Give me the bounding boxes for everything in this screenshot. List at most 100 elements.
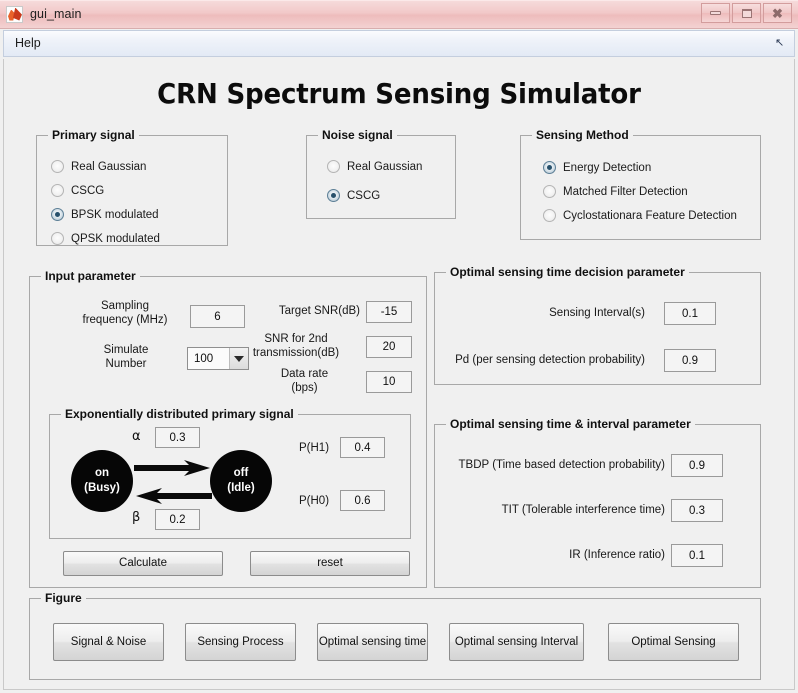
- label-p-h1: P(H1): [299, 442, 330, 454]
- panel-input-parameter: Input parameter Sampling frequency (MHz)…: [29, 269, 427, 588]
- radio-label: CSCG: [71, 184, 105, 197]
- radio-label: BPSK modulated: [71, 208, 159, 221]
- panel-noise-signal: Noise signal Real Gaussian CSCG: [306, 128, 456, 219]
- maximize-button[interactable]: [732, 3, 761, 23]
- radio-icon: [51, 160, 64, 173]
- panel-title-primary-signal: Primary signal: [48, 128, 139, 142]
- radio-icon: [543, 185, 556, 198]
- input-p-h0[interactable]: 0.6: [340, 490, 385, 511]
- panel-title-input-parameter: Input parameter: [41, 269, 140, 283]
- radio-primary-bpsk[interactable]: BPSK modulated: [51, 208, 159, 221]
- label-tit: TIT (Tolerable interference time): [501, 504, 665, 516]
- label-p-h0: P(H0): [299, 495, 330, 507]
- close-button[interactable]: ✖: [763, 3, 792, 23]
- input-alpha[interactable]: 0.3: [155, 427, 200, 448]
- label-pd: Pd (per sensing detection probability): [455, 354, 645, 366]
- radio-sensing-energy-detection[interactable]: Energy Detection: [543, 161, 651, 174]
- label-ir: IR (Inference ratio): [569, 549, 665, 561]
- menu-item-help[interactable]: Help: [4, 33, 50, 54]
- radio-label: Cyclostationara Feature Detection: [563, 209, 737, 222]
- panel-title-figure: Figure: [41, 591, 86, 605]
- state-node-off-idle: off (Idle): [210, 450, 272, 512]
- radio-label: Real Gaussian: [347, 160, 423, 173]
- label-sensing-interval: Sensing Interval(s): [549, 307, 645, 319]
- radio-primary-cscg[interactable]: CSCG: [51, 184, 104, 197]
- input-snr-2nd-transmission[interactable]: 20: [366, 336, 412, 358]
- label-snr-2nd-transmission: SNR for 2nd transmission(dB): [252, 333, 340, 359]
- radio-noise-real-gaussian[interactable]: Real Gaussian: [327, 160, 422, 173]
- label-data-rate: Data rate (bps): [280, 368, 329, 394]
- page-title: CRN Spectrum Sensing Simulator: [157, 77, 641, 110]
- minimize-button[interactable]: [701, 3, 730, 23]
- state-node-off-label-2: (Idle): [227, 482, 255, 494]
- arrow-off-to-on-icon: [136, 488, 212, 504]
- reset-button[interactable]: reset: [250, 551, 410, 576]
- figure-button-optimal-sensing[interactable]: Optimal Sensing: [608, 623, 739, 661]
- input-pd[interactable]: 0.9: [664, 349, 716, 372]
- radio-sensing-cyclostationary[interactable]: Cyclostationara Feature Detection: [543, 209, 737, 222]
- state-node-on-busy: on (Busy): [71, 450, 133, 512]
- panel-title-interval-parameter: Optimal sensing time & interval paramete…: [446, 417, 695, 431]
- panel-title-decision-parameter: Optimal sensing time decision parameter: [446, 265, 689, 279]
- panel-primary-signal: Primary signal Real Gaussian CSCG BPSK m…: [36, 128, 228, 246]
- figure-button-optimal-sensing-time[interactable]: Optimal sensing time: [317, 623, 428, 661]
- input-p-h1[interactable]: 0.4: [340, 437, 385, 458]
- radio-icon: [327, 160, 340, 173]
- state-node-off-label-1: off: [233, 467, 249, 479]
- label-target-snr: Target SNR(dB): [278, 305, 360, 317]
- panel-sensing-method: Sensing Method Energy Detection Matched …: [520, 128, 761, 240]
- dropdown-value: 100: [194, 352, 214, 365]
- panel-figure: Figure Signal & Noise Sensing Process Op…: [29, 591, 761, 680]
- input-data-rate[interactable]: 10: [366, 371, 412, 393]
- input-tbdp[interactable]: 0.9: [671, 454, 723, 477]
- input-ir[interactable]: 0.1: [671, 544, 723, 567]
- state-node-on-label-1: on: [94, 467, 110, 479]
- window-title: gui_main: [30, 7, 82, 21]
- panel-title-noise-signal: Noise signal: [318, 128, 397, 142]
- menu-bar: Help ↖: [3, 30, 795, 57]
- close-icon: ✖: [772, 5, 783, 21]
- radio-icon: [51, 232, 64, 245]
- label-tbdp: TBDP (Time based detection probability): [458, 459, 665, 471]
- radio-icon-selected: [51, 208, 64, 221]
- window-controls: ✖: [701, 3, 792, 23]
- label-beta-symbol: β: [132, 510, 141, 525]
- arrow-on-to-off-icon: [134, 460, 210, 476]
- panel-title-sensing-method: Sensing Method: [532, 128, 633, 142]
- radio-label: Real Gaussian: [71, 160, 147, 173]
- radio-label: Energy Detection: [563, 161, 652, 174]
- calculate-button[interactable]: Calculate: [63, 551, 223, 576]
- matlab-membrane-icon: [6, 5, 23, 23]
- panel-title-exponential: Exponentially distributed primary signal: [61, 407, 298, 421]
- menu-corner-arrow-icon[interactable]: ↖: [775, 37, 787, 49]
- figure-button-optimal-sensing-interval[interactable]: Optimal sensing Interval: [449, 623, 584, 661]
- figure-button-signal-noise[interactable]: Signal & Noise: [53, 623, 164, 661]
- radio-icon-selected: [543, 161, 556, 174]
- radio-noise-cscg[interactable]: CSCG: [327, 189, 380, 202]
- radio-icon-selected: [327, 189, 340, 202]
- radio-label: QPSK modulated: [71, 232, 160, 245]
- maximize-icon: [741, 8, 752, 18]
- radio-primary-real-gaussian[interactable]: Real Gaussian: [51, 160, 146, 173]
- title-bar: gui_main ✖: [0, 0, 798, 29]
- input-target-snr[interactable]: -15: [366, 301, 412, 323]
- radio-primary-qpsk[interactable]: QPSK modulated: [51, 232, 160, 245]
- radio-icon: [543, 209, 556, 222]
- radio-label: CSCG: [347, 189, 381, 202]
- input-beta[interactable]: 0.2: [155, 509, 200, 530]
- input-sensing-interval[interactable]: 0.1: [664, 302, 716, 325]
- minimize-icon: [710, 11, 721, 15]
- panel-interval-parameter: Optimal sensing time & interval paramete…: [434, 417, 761, 588]
- input-tit[interactable]: 0.3: [671, 499, 723, 522]
- panel-exponential-primary-signal: Exponentially distributed primary signal…: [49, 407, 411, 539]
- state-node-on-label-2: (Busy): [84, 482, 120, 494]
- gui-main-window: gui_main ✖ Help ↖ CRN Spectrum Sensing S…: [0, 0, 798, 693]
- label-alpha-symbol: α: [132, 429, 141, 444]
- label-simulate-number: Simulate Number: [103, 344, 149, 370]
- radio-sensing-matched-filter[interactable]: Matched Filter Detection: [543, 185, 688, 198]
- radio-icon: [51, 184, 64, 197]
- panel-decision-parameter: Optimal sensing time decision parameter …: [434, 265, 761, 385]
- client-area: CRN Spectrum Sensing Simulator Primary s…: [3, 59, 795, 690]
- figure-button-sensing-process[interactable]: Sensing Process: [185, 623, 296, 661]
- label-sampling-frequency: Sampling frequency (MHz): [82, 300, 168, 326]
